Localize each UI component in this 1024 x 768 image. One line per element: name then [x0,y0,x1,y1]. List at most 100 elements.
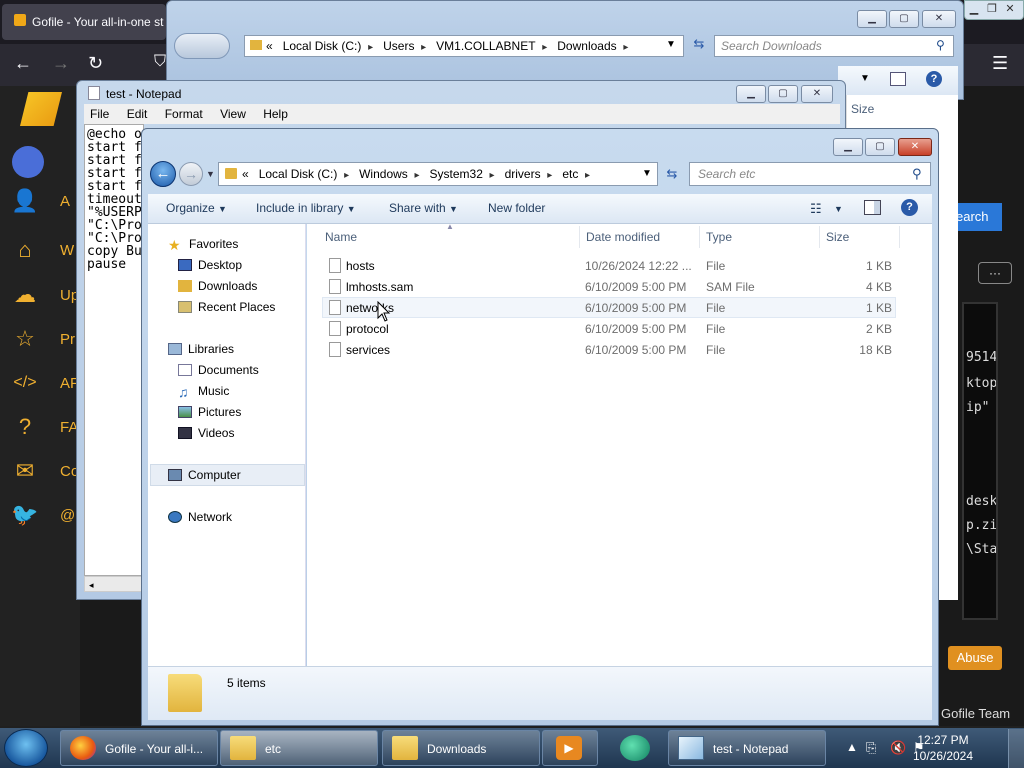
minimize-button[interactable]: ▁ [736,85,766,103]
close-button[interactable]: ✕ [898,138,932,156]
breadcrumb-local-disk[interactable]: Local Disk (C:) [259,167,338,181]
back-icon[interactable]: ← [14,53,32,74]
column-header-size[interactable]: Size [826,230,849,244]
avatar[interactable] [12,146,44,178]
start-button[interactable] [4,729,48,767]
help-icon[interactable]: ? [926,71,942,87]
show-hidden-icons[interactable]: ▲ [846,740,858,754]
share-with-button[interactable]: Share with ▼ [389,201,458,215]
browser-tab[interactable]: Gofile - Your all-in-one st [2,4,166,40]
add-user-icon[interactable]: 👤 [10,186,40,216]
forward-button[interactable]: → [179,162,203,186]
chevron-down-icon[interactable]: ▼ [666,39,676,50]
file-name[interactable]: protocol [346,322,389,336]
nav-favorites[interactable]: ★ Favorites [168,237,238,253]
maximize-button[interactable]: ▢ [768,85,798,103]
maximize-button[interactable]: ▢ [889,10,919,28]
file-icon [329,258,341,273]
reload-icon[interactable]: ↻ [88,53,103,74]
more-options-button[interactable]: ··· [978,262,1012,284]
organize-button[interactable]: Organize ▼ [166,201,227,215]
column-divider[interactable] [699,226,700,248]
nav-documents[interactable]: Documents [178,363,259,377]
nav-downloads[interactable]: Downloads [178,279,257,293]
mouse-cursor-icon [377,301,391,322]
column-divider[interactable] [899,226,900,248]
forward-icon[interactable]: → [52,53,70,74]
new-folder-button[interactable]: New folder [488,201,545,215]
horizontal-scrollbar[interactable]: ◂ [84,576,144,592]
view-options-icon[interactable]: ☷ [810,201,822,217]
home-icon[interactable]: ⌂ [10,235,40,265]
column-header-date[interactable]: Date modified [586,230,660,244]
close-button[interactable]: ✕ [922,10,956,28]
search-input[interactable]: Search Downloads [714,35,954,57]
network-tray-icon[interactable]: ⎘ [866,740,876,756]
recent-pages-icon[interactable]: ▼ [206,169,215,179]
refresh-icon[interactable]: ⇆ [688,36,710,56]
minimize-icon[interactable]: ▁ [965,2,983,15]
file-name[interactable]: services [346,343,390,357]
back-button[interactable]: ← [150,161,176,187]
preview-pane-icon[interactable] [864,200,881,215]
menu-edit[interactable]: Edit [127,107,148,121]
minimize-button[interactable]: ▁ [857,10,887,28]
menu-help[interactable]: Help [263,107,288,121]
upload-icon[interactable]: ☁ [10,280,40,310]
search-button[interactable]: earch [952,203,1002,231]
menu-view[interactable]: View [220,107,246,121]
nav-recent-places[interactable]: Recent Places [178,300,275,314]
menu-file[interactable]: File [90,107,109,121]
nav-videos[interactable]: Videos [178,426,234,440]
column-header-size[interactable]: Size [851,102,874,116]
abuse-button[interactable]: Abuse [948,646,1002,670]
envelope-icon[interactable]: ✉ [10,456,40,486]
chevron-down-icon[interactable]: ▼ [834,204,843,214]
chevron-down-icon[interactable]: ▼ [860,73,870,84]
browser-window-controls[interactable]: ▁ ❐ ✕ [964,0,1024,20]
star-icon[interactable]: ☆ [10,324,40,354]
include-in-library-button[interactable]: Include in library ▼ [256,201,356,215]
breadcrumb[interactable]: « Local Disk (C:) ▸ Users ▸ VM1.COLLABNE… [266,39,628,53]
column-divider[interactable] [819,226,820,248]
breadcrumb-windows[interactable]: Windows [359,167,408,181]
column-header-type[interactable]: Type [706,230,732,244]
nav-desktop[interactable]: Desktop [178,258,242,272]
file-name[interactable]: lmhosts.sam [346,280,413,294]
code-icon[interactable]: </> [10,368,40,398]
back-forward-buttons[interactable] [174,33,230,59]
file-name[interactable]: hosts [346,259,375,273]
footer-team-link[interactable]: Gofile Team [941,706,1010,721]
clock[interactable]: 12:27 PM 10/26/2024 [910,732,976,764]
help-icon[interactable]: ? [901,199,918,216]
close-icon[interactable]: ✕ [1001,2,1019,15]
volume-muted-icon[interactable]: 🔇 [890,740,906,756]
restore-icon[interactable]: ❐ [983,2,1001,15]
shield-icon[interactable]: ⛉ [154,53,166,71]
breadcrumb-etc[interactable]: etc [562,167,578,181]
minimize-button[interactable]: ▁ [833,138,863,156]
refresh-icon[interactable]: ⇆ [660,163,684,185]
nav-music[interactable]: ♫ Music [178,384,229,400]
menu-icon[interactable]: ☰ [992,53,1008,74]
text-editor[interactable]: @echo o start f start f start f start f … [84,124,144,576]
preview-pane-icon[interactable] [890,72,906,86]
column-header-name[interactable]: Name [325,230,357,244]
nav-pictures[interactable]: Pictures [178,405,241,419]
column-divider[interactable] [579,226,580,248]
nav-libraries[interactable]: Libraries [168,342,234,356]
maximize-button[interactable]: ▢ [865,138,895,156]
scroll-left-icon[interactable]: ◂ [85,580,94,590]
twitter-icon[interactable]: 🐦 [10,500,40,530]
show-desktop-button[interactable] [1008,729,1024,768]
nav-computer[interactable]: Computer [168,468,241,482]
breadcrumb[interactable]: « Local Disk (C:) ▸ Windows ▸ System32 ▸… [242,167,590,181]
chevron-down-icon[interactable]: ▼ [642,168,652,179]
breadcrumb-system32[interactable]: System32 [430,167,483,181]
menu-format[interactable]: Format [165,107,203,121]
search-input[interactable]: Search etc [689,162,931,186]
question-icon[interactable]: ? [10,412,40,442]
nav-network[interactable]: Network [168,510,232,524]
breadcrumb-drivers[interactable]: drivers [505,167,541,181]
close-button[interactable]: ✕ [801,85,833,103]
